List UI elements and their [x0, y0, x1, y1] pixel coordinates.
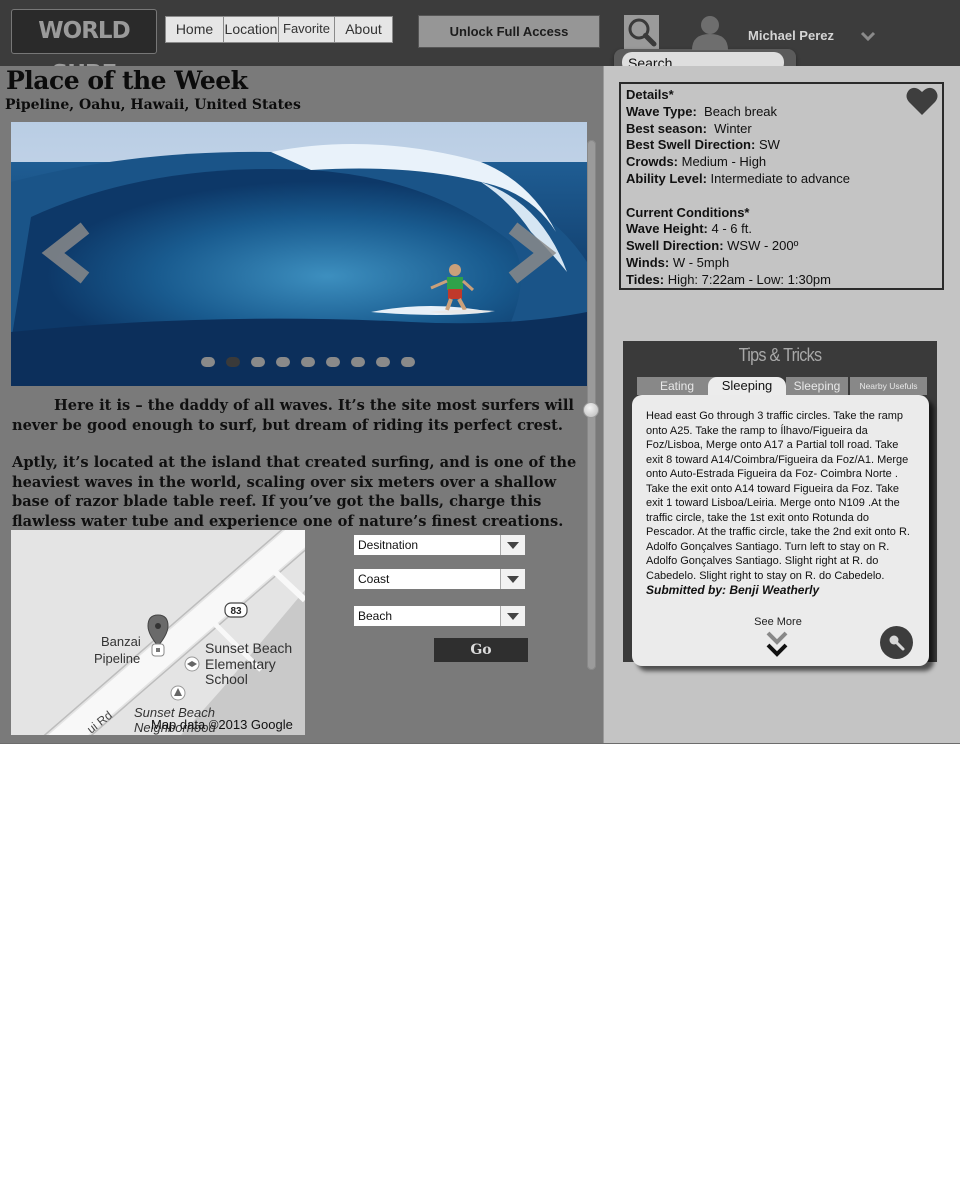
chevron-down-icon: [507, 542, 519, 549]
carousel-dot[interactable]: [351, 357, 365, 367]
tides-label: Tides:: [626, 271, 665, 287]
nav-about[interactable]: About: [334, 16, 393, 43]
double-chevron-down-icon[interactable]: [766, 630, 788, 658]
coast-select[interactable]: Coast: [353, 568, 526, 590]
hero-carousel[interactable]: [11, 122, 587, 386]
carousel-dot[interactable]: [301, 357, 315, 367]
chevron-down-icon[interactable]: [860, 30, 876, 42]
details-heading: Details*: [626, 87, 674, 102]
see-more-link[interactable]: See More: [748, 616, 808, 628]
crowds-label: Crowds:: [626, 154, 678, 170]
map-label-school-3: School: [205, 671, 248, 687]
destination-select-value: Desitnation: [358, 538, 419, 552]
zoom-button[interactable]: [880, 626, 913, 659]
page-title: Place of the Week: [6, 66, 248, 95]
destination-select[interactable]: Desitnation: [353, 534, 526, 556]
chevron-right-icon[interactable]: [503, 218, 559, 288]
tides-value: High: 7:22am - Low: 1:30pm: [667, 271, 831, 287]
carousel-dot[interactable]: [276, 357, 290, 367]
location-map[interactable]: 83 Banzai Pipeline Sunset Beach Elementa…: [11, 530, 305, 735]
tab-eating[interactable]: Eating: [637, 377, 717, 395]
tip-author: Submitted by: Benji Weatherly: [646, 583, 820, 597]
wave-type-value: Beach break: [704, 103, 778, 119]
nav-location[interactable]: Location: [223, 16, 278, 43]
ability-value: Intermediate to advance: [710, 170, 851, 186]
chevron-left-icon[interactable]: [39, 218, 95, 288]
tab-sleeping[interactable]: Sleeping: [708, 377, 786, 396]
nav-favorite[interactable]: Favorite: [278, 16, 334, 43]
map-label-banzai: Banzai: [101, 634, 141, 649]
tab-sleeping-2[interactable]: Sleeping: [786, 377, 848, 395]
description-paragraph-1: Here it is – the daddy of all waves. It’…: [12, 397, 574, 434]
coast-select-value: Coast: [358, 572, 390, 586]
map-label-school-2: Elementary: [205, 656, 276, 672]
best-season-label: Best season:: [626, 120, 707, 136]
carousel-dot[interactable]: [226, 357, 240, 367]
chevron-down-icon: [507, 613, 519, 620]
carousel-indicators: [201, 357, 415, 367]
carousel-dot[interactable]: [201, 357, 215, 367]
chevron-down-icon: [507, 576, 519, 583]
best-swell-value: SW: [758, 137, 780, 153]
tip-body: Head east Go through 3 traffic circles. …: [646, 410, 910, 582]
tips-title: Tips & Tricks: [738, 345, 822, 365]
crowds-value: Medium - High: [681, 154, 767, 170]
conditions-heading: Current Conditions*: [626, 204, 750, 220]
location-subtitle: Pipeline, Oahu, Hawaii, United States: [5, 97, 301, 113]
spot-details: Details* Wave Type: Beach break Best sea…: [619, 82, 944, 290]
nav-home[interactable]: Home: [165, 16, 223, 43]
map-attribution: Map data ©2013 Google: [151, 717, 293, 732]
map-label-pipeline: Pipeline: [94, 651, 140, 666]
best-swell-label: Best Swell Direction:: [626, 137, 756, 153]
magnifier-icon: [889, 635, 905, 651]
wave-height-label: Wave Height:: [626, 221, 708, 237]
winds-label: Winds:: [626, 254, 670, 270]
unlock-full-access-button[interactable]: Unlock Full Access: [418, 15, 600, 48]
route-shield-label: 83: [230, 606, 242, 617]
best-season-value: Winter: [714, 120, 752, 136]
ability-label: Ability Level:: [626, 170, 707, 186]
swell-direction-value: WSW - 200º: [727, 238, 799, 254]
carousel-dot[interactable]: [326, 357, 340, 367]
heart-icon[interactable]: [906, 86, 938, 116]
winds-value: W - 5mph: [672, 254, 730, 270]
tab-nearby-usefuls[interactable]: Nearby Usefuls: [850, 377, 927, 395]
search-button[interactable]: [624, 15, 659, 49]
description-paragraph-2: Aptly, it’s located at the island that c…: [12, 454, 577, 530]
wave-height-value: 4 - 6 ft.: [711, 221, 752, 237]
go-button[interactable]: Go: [434, 638, 528, 662]
site-logo[interactable]: WORLD SURF: [11, 9, 157, 87]
surf-wave-photo: [11, 122, 587, 386]
user-name[interactable]: Michael Perez: [748, 28, 834, 43]
map-label-school-1: Sunset Beach: [205, 640, 292, 656]
main-nav: Home Location Favorite About: [165, 16, 393, 43]
search-icon: [628, 18, 657, 47]
wave-type-label: Wave Type:: [626, 103, 697, 119]
beach-select-value: Beach: [358, 609, 393, 623]
user-avatar-icon[interactable]: [688, 14, 732, 50]
carousel-dot[interactable]: [376, 357, 390, 367]
beach-select[interactable]: Beach: [353, 605, 526, 627]
swell-direction-label: Swell Direction:: [626, 238, 724, 254]
carousel-dot[interactable]: [251, 357, 265, 367]
divider: [0, 743, 960, 744]
carousel-dot[interactable]: [401, 357, 415, 367]
